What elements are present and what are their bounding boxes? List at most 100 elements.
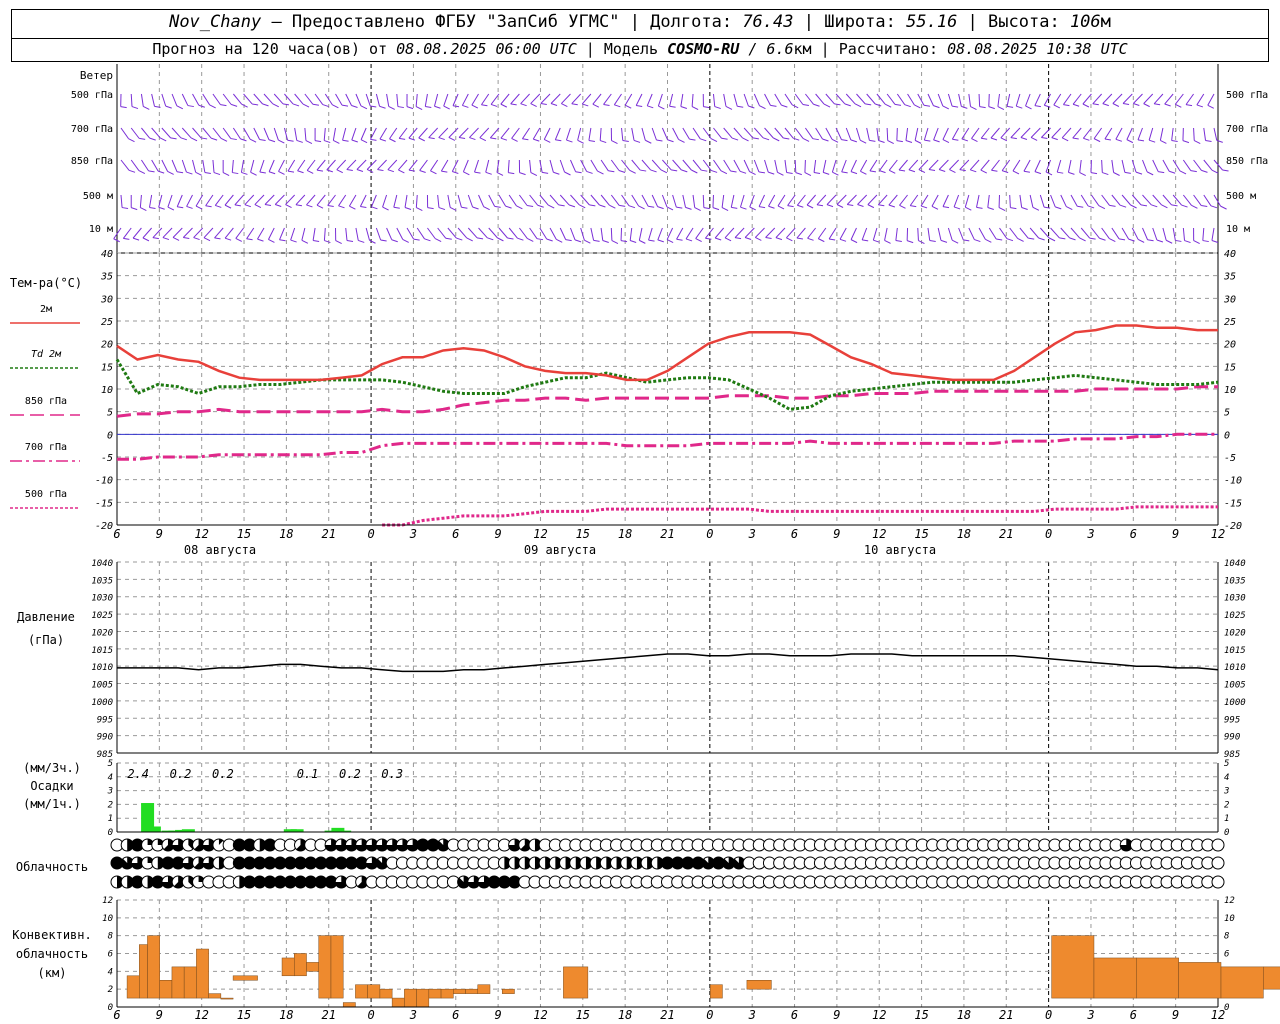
wind-barb <box>529 159 532 173</box>
wind-barb <box>815 127 823 140</box>
time-tick: 21 <box>999 527 1013 541</box>
precip-tick-right: 3 <box>1223 787 1229 797</box>
wind-barb <box>366 159 377 170</box>
wind-barb-feather <box>739 170 747 174</box>
wind-barb-feather <box>592 103 600 108</box>
wind-barb-feather <box>1202 240 1209 243</box>
wind-barb <box>692 159 702 171</box>
wind-barb-feather <box>862 239 869 242</box>
wind-barb-feather <box>1051 137 1058 141</box>
wind-barb-feather <box>1193 240 1200 245</box>
wind-barb-feather <box>865 103 872 106</box>
wind-barb <box>234 194 244 206</box>
precip-tick-left: 1 <box>108 814 113 824</box>
time-tick-bottom: 18 <box>279 1008 293 1022</box>
wind-barb <box>610 159 620 171</box>
wind-barb-feather <box>813 172 821 175</box>
wind-barb <box>1162 159 1170 172</box>
wind-barb <box>927 93 934 106</box>
wind-barb-feather <box>884 103 892 108</box>
wind-barb-feather <box>250 171 257 176</box>
wind-barb-feather <box>469 137 476 141</box>
wind-barb <box>386 93 390 107</box>
wind-barb <box>1102 93 1113 104</box>
wind-barb-feather <box>898 169 906 172</box>
wind-barb-feather <box>749 171 756 176</box>
wind-barb <box>603 93 612 105</box>
wind-barb <box>447 227 457 239</box>
wind-barb-feather <box>1147 239 1154 242</box>
wind-barb <box>461 93 469 106</box>
wind-barb-feather <box>167 206 175 211</box>
wind-barb-feather <box>889 169 896 174</box>
wind-level-label: 500 м <box>83 191 113 202</box>
wind-barb <box>273 93 284 105</box>
wind-barb-feather <box>928 169 936 171</box>
wind-barb <box>743 159 751 172</box>
wind-barb-feather <box>669 105 676 108</box>
wind-barb <box>1025 93 1031 107</box>
wind-barb-feather <box>867 204 875 209</box>
conv-tick-left: 12 <box>102 896 113 906</box>
wind-barb <box>268 159 275 172</box>
wind-barb-feather <box>172 237 180 241</box>
precip-amount-label: 0.3 <box>381 767 403 781</box>
time-tick: 9 <box>1172 527 1179 541</box>
wind-barb-feather <box>1017 237 1024 242</box>
wind-barb-feather <box>162 237 170 241</box>
time-tick: 6 <box>113 527 120 541</box>
wind-barb <box>1143 93 1154 104</box>
wind-barb <box>500 127 510 139</box>
wind-barb-feather <box>1119 204 1127 208</box>
cloud-symbol <box>1211 856 1225 870</box>
wind-barb <box>130 159 140 171</box>
wind-barb-feather <box>1010 207 1017 210</box>
wind-barb-feather <box>1079 237 1086 242</box>
wind-barb-feather <box>1083 137 1090 141</box>
pressure-tick-left: 1020 <box>91 628 113 638</box>
wind-barb-feather <box>988 106 995 110</box>
wind-barb <box>1010 127 1021 138</box>
wind-barb <box>1080 227 1090 239</box>
wind-barb-feather <box>961 138 969 142</box>
wind-barb <box>1039 227 1050 239</box>
cloud-symbol <box>1211 875 1225 889</box>
wind-barb <box>274 194 285 205</box>
wind-barb-feather <box>971 138 978 143</box>
wind-barb <box>182 227 193 238</box>
wind-barb <box>641 194 649 207</box>
wind-barb <box>396 227 404 240</box>
wind-barb-feather <box>342 139 349 142</box>
wind-barb-feather <box>505 205 512 209</box>
wind-barb <box>140 93 144 107</box>
wind-barb <box>290 227 296 241</box>
wind-barb-feather <box>555 139 562 142</box>
wind-barb <box>467 227 478 239</box>
wind-barb <box>713 127 722 139</box>
wind-barb-feather <box>500 137 508 141</box>
wind-barb <box>1101 194 1110 206</box>
wind-barb-feather <box>278 139 285 144</box>
wind-barb <box>857 194 868 205</box>
wind-barb-feather <box>1066 206 1073 211</box>
wind-barb <box>284 93 294 105</box>
wind-barb-feather <box>1090 172 1098 175</box>
wind-barb <box>348 194 357 207</box>
temp-tick-left: -15 <box>95 498 113 509</box>
wind-barb <box>733 93 738 107</box>
wind-barb-feather <box>520 103 527 107</box>
wind-barb <box>662 159 672 171</box>
wind-barb <box>570 194 580 206</box>
conv-tick-left: 10 <box>102 914 113 924</box>
wind-barb-feather <box>904 104 911 108</box>
time-tick: 21 <box>322 527 336 541</box>
wind-barb <box>141 127 151 139</box>
convective-bar <box>281 957 295 977</box>
wind-barb <box>1162 194 1172 206</box>
wind-barb-feather <box>980 169 988 174</box>
wind-barb <box>345 93 352 106</box>
wind-barb <box>1050 194 1056 208</box>
wind-barb-feather <box>1048 237 1056 242</box>
time-tick-bottom: 6 <box>1130 1008 1137 1022</box>
temperature-title: Тем-ра(°C) <box>10 276 82 290</box>
